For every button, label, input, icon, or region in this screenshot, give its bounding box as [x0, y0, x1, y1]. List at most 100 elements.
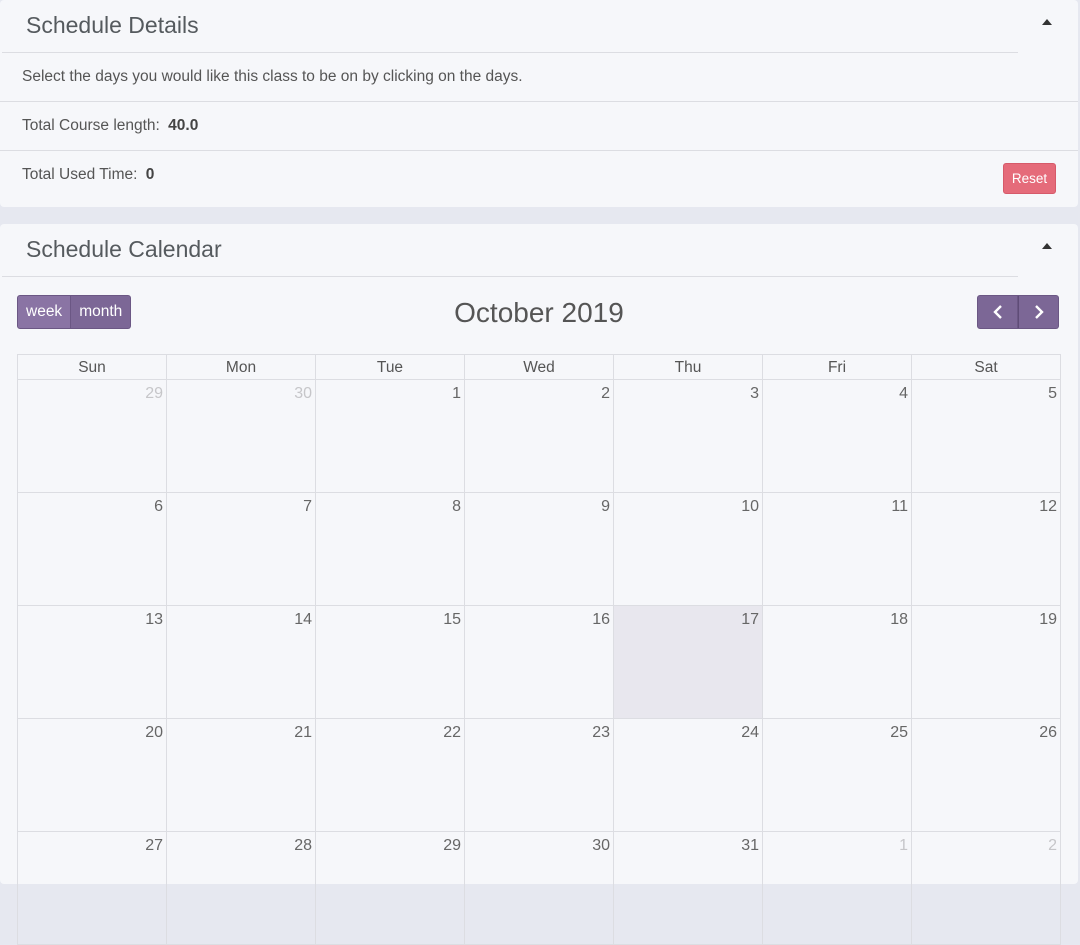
weekday-header-row: Sun Mon Tue Wed Thu Fri Sat: [18, 355, 1061, 380]
day-cell[interactable]: 12: [912, 493, 1061, 606]
day-number: 10: [741, 498, 759, 515]
chevron-left-icon: [992, 305, 1002, 319]
calendar-toolbar: week month October 2019: [0, 277, 1078, 353]
day-number: 11: [891, 498, 908, 515]
day-cell[interactable]: 2: [912, 832, 1061, 945]
used-time-value: 0: [145, 166, 155, 183]
day-cell[interactable]: 20: [18, 719, 167, 832]
schedule-details-title: Schedule Details: [26, 12, 199, 38]
day-number: 4: [899, 385, 908, 402]
day-cell-today[interactable]: 17: [614, 606, 763, 719]
day-cell[interactable]: 15: [316, 606, 465, 719]
day-number: 25: [890, 724, 908, 741]
day-number: 26: [1039, 724, 1057, 741]
day-number: 6: [154, 498, 163, 515]
day-cell[interactable]: 14: [167, 606, 316, 719]
day-cell[interactable]: 7: [167, 493, 316, 606]
instruction-row: Select the days you would like this clas…: [0, 53, 1078, 102]
day-cell[interactable]: 30: [167, 380, 316, 493]
month-grid: Sun Mon Tue Wed Thu Fri Sat 29 30 1 2 3 4 5 6 7 8 9 10 11 1…: [17, 354, 1061, 945]
week-row: 20 21 22 23 24 25 26: [18, 719, 1061, 832]
week-row: 6 7 8 9 10 11 12: [18, 493, 1061, 606]
course-length-label: Total Course length:: [22, 117, 160, 134]
day-number: 29: [145, 385, 163, 402]
day-number: 16: [592, 611, 610, 628]
day-number: 7: [303, 498, 312, 515]
day-number: 19: [1039, 611, 1057, 628]
day-cell[interactable]: 24: [614, 719, 763, 832]
day-cell[interactable]: 16: [465, 606, 614, 719]
day-number: 30: [592, 837, 610, 854]
day-number: 17: [741, 611, 759, 628]
day-cell[interactable]: 1: [316, 380, 465, 493]
day-cell[interactable]: 13: [18, 606, 167, 719]
weekday-header-tue: Tue: [316, 355, 465, 380]
day-number: 2: [601, 385, 610, 402]
weekday-header-mon: Mon: [167, 355, 316, 380]
used-time-row: Total Used Time: 0 Reset: [0, 151, 1078, 200]
day-cell[interactable]: 27: [18, 832, 167, 945]
day-number: 1: [899, 837, 908, 854]
calendar-month-title: October 2019: [454, 297, 624, 328]
day-cell[interactable]: 22: [316, 719, 465, 832]
day-cell[interactable]: 10: [614, 493, 763, 606]
day-cell[interactable]: 6: [18, 493, 167, 606]
weekday-header-thu: Thu: [614, 355, 763, 380]
week-row: 27 28 29 30 31 1 2: [18, 832, 1061, 945]
schedule-details-header: Schedule Details: [0, 0, 1078, 53]
day-cell[interactable]: 19: [912, 606, 1061, 719]
weekday-header-sat: Sat: [912, 355, 1061, 380]
day-cell[interactable]: 21: [167, 719, 316, 832]
day-cell[interactable]: 29: [18, 380, 167, 493]
day-number: 23: [592, 724, 610, 741]
day-number: 24: [741, 724, 759, 741]
day-number: 13: [145, 611, 163, 628]
day-cell[interactable]: 18: [763, 606, 912, 719]
day-number: 27: [145, 837, 163, 854]
day-number: 1: [452, 385, 461, 402]
weekday-header-sun: Sun: [18, 355, 167, 380]
day-number: 18: [890, 611, 908, 628]
day-cell[interactable]: 31: [614, 832, 763, 945]
day-cell[interactable]: 5: [912, 380, 1061, 493]
day-cell[interactable]: 8: [316, 493, 465, 606]
day-number: 22: [443, 724, 461, 741]
day-number: 3: [750, 385, 759, 402]
next-month-button[interactable]: [1018, 295, 1059, 329]
prev-month-button[interactable]: [977, 295, 1018, 329]
day-number: 12: [1039, 498, 1057, 515]
weekday-header-fri: Fri: [763, 355, 912, 380]
day-number: 21: [294, 724, 312, 741]
weekday-header-wed: Wed: [465, 355, 614, 380]
week-row: 13 14 15 16 17 18 19: [18, 606, 1061, 719]
day-number: 28: [294, 837, 312, 854]
day-cell[interactable]: 28: [167, 832, 316, 945]
day-cell[interactable]: 1: [763, 832, 912, 945]
day-cell[interactable]: 29: [316, 832, 465, 945]
day-number: 29: [443, 837, 461, 854]
schedule-calendar-header: Schedule Calendar: [0, 224, 1078, 277]
day-cell[interactable]: 25: [763, 719, 912, 832]
day-number: 5: [1048, 385, 1057, 402]
course-length-value: 40.0: [168, 117, 199, 134]
collapse-caret-icon[interactable]: [1042, 19, 1052, 25]
week-row: 29 30 1 2 3 4 5: [18, 380, 1061, 493]
day-number: 9: [601, 498, 610, 515]
reset-button[interactable]: Reset: [1003, 163, 1056, 194]
day-number: 30: [294, 385, 312, 402]
day-cell[interactable]: 11: [763, 493, 912, 606]
collapse-caret-icon[interactable]: [1042, 243, 1052, 249]
day-cell[interactable]: 4: [763, 380, 912, 493]
day-number: 2: [1048, 837, 1057, 854]
day-cell[interactable]: 9: [465, 493, 614, 606]
day-number: 15: [443, 611, 461, 628]
schedule-details-panel: Schedule Details Select the days you wou…: [0, 0, 1078, 207]
day-cell[interactable]: 26: [912, 719, 1061, 832]
day-cell[interactable]: 3: [614, 380, 763, 493]
day-number: 31: [741, 837, 759, 854]
day-cell[interactable]: 30: [465, 832, 614, 945]
day-cell[interactable]: 2: [465, 380, 614, 493]
chevron-right-icon: [1034, 305, 1044, 319]
course-length-row: Total Course length: 40.0: [0, 102, 1078, 151]
day-cell[interactable]: 23: [465, 719, 614, 832]
